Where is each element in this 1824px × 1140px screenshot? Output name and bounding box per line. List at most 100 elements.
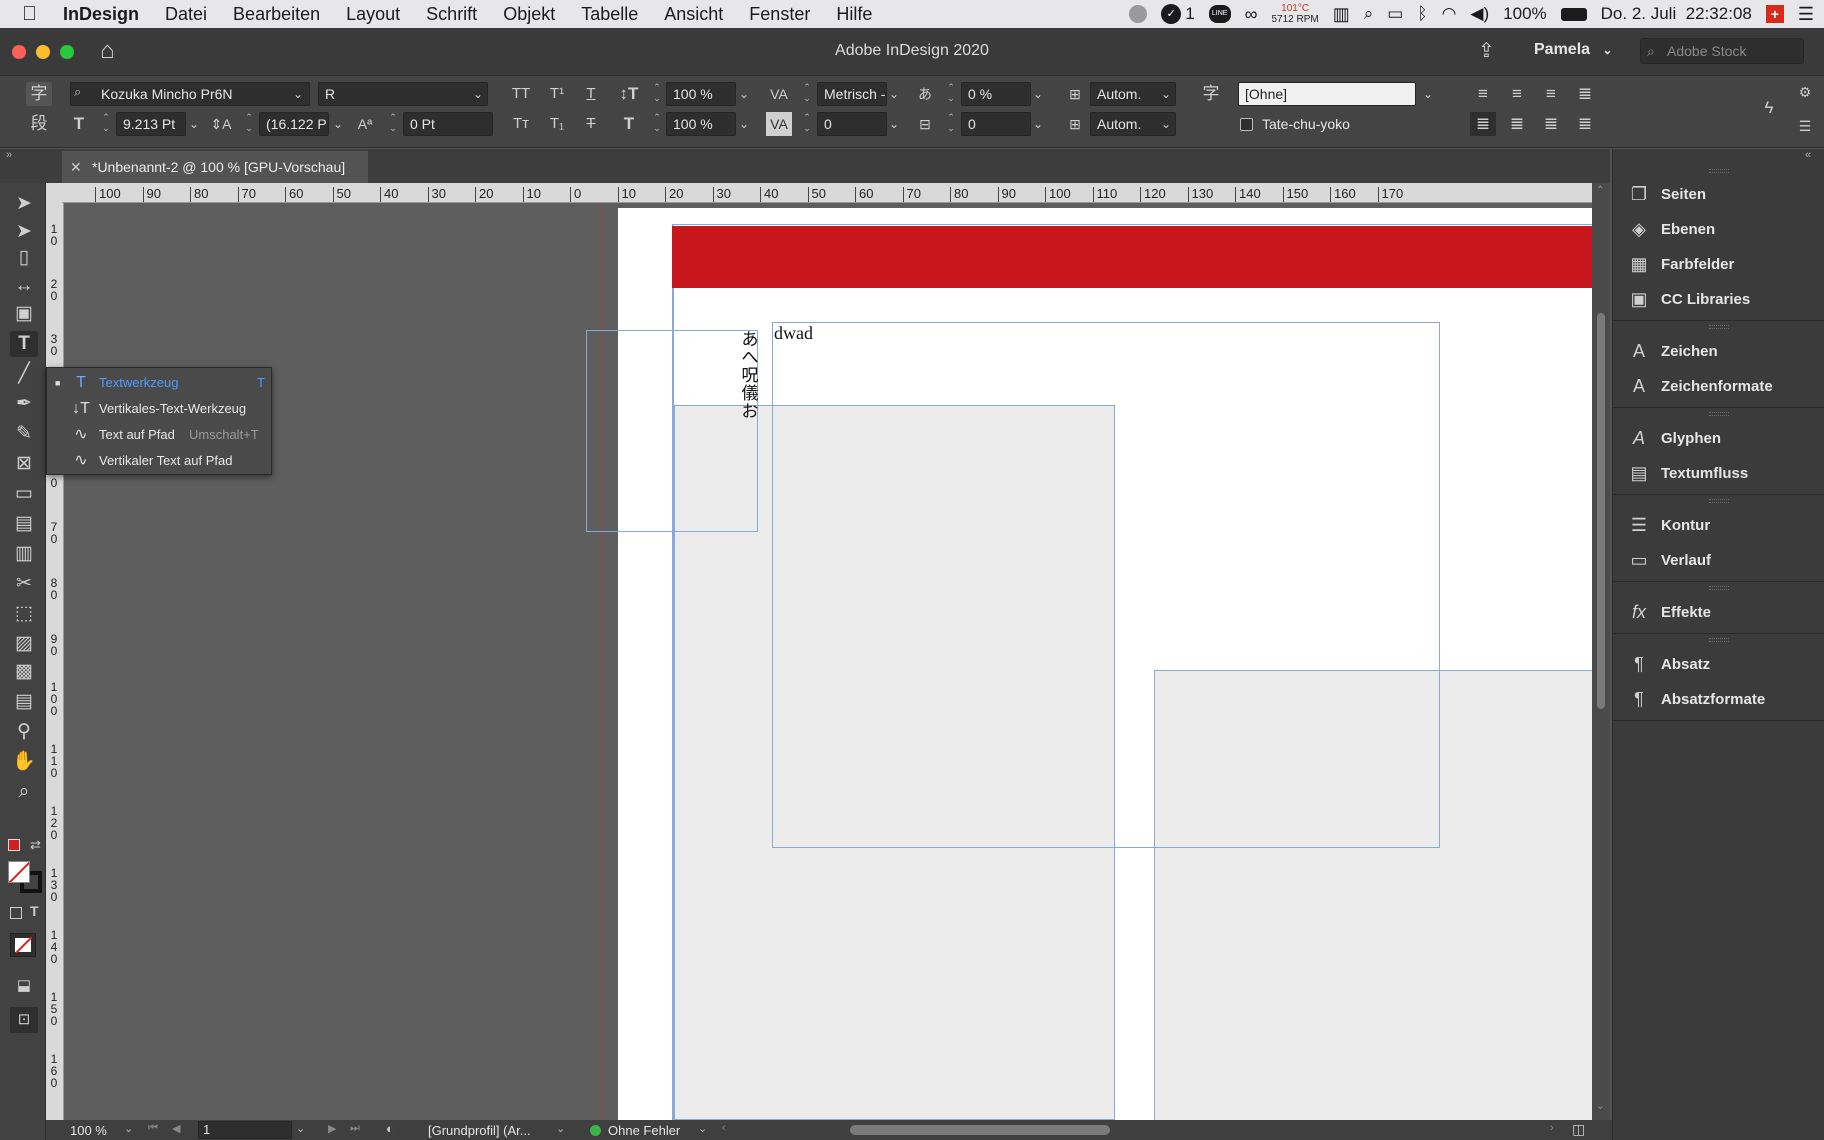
open-document-icon[interactable]: ◐	[386, 1121, 394, 1136]
character-controls-icon[interactable]: 字	[26, 82, 52, 106]
align-center-icon[interactable]: ≡	[1504, 82, 1530, 106]
chevron-down-icon[interactable]: ⌄	[884, 82, 904, 106]
chevron-down-icon[interactable]: ⌄	[1028, 82, 1048, 106]
chevron-down-icon[interactable]: ⌄	[1156, 82, 1176, 106]
chevron-down-icon[interactable]: ⌄	[296, 1122, 305, 1135]
collapse-tools-icon[interactable]: »	[6, 149, 12, 161]
flyout-item-vertical-type-on-path[interactable]: ∿ Vertikaler Text auf Pfad	[47, 448, 271, 474]
document-tab[interactable]: ✕ *Unbenannt-2 @ 100 % [GPU-Vorschau]	[62, 151, 368, 183]
panel-absatz[interactable]: ¶ Absatz	[1627, 649, 1710, 679]
horizontal-scale-stepper[interactable]: ⌃ ⌄	[650, 112, 664, 136]
content-collector-icon[interactable]: ▣	[10, 301, 38, 327]
previous-page-icon[interactable]: ◀	[172, 1122, 180, 1135]
chevron-down-icon[interactable]: ⌄	[884, 112, 904, 136]
airplay-icon[interactable]: ▭	[1387, 4, 1403, 24]
panel-textumfluss[interactable]: ▤ Textumfluss	[1627, 458, 1748, 488]
panel-glyphen[interactable]: A Glyphen	[1627, 423, 1721, 453]
vertical-scale-stepper[interactable]: ⌃ ⌄	[650, 82, 664, 106]
page-number-field[interactable]: 1	[198, 1121, 292, 1139]
chevron-down-icon[interactable]: ⌄	[468, 82, 488, 106]
justify-left-icon[interactable]: ≣	[1470, 112, 1496, 136]
default-colors-icon[interactable]	[8, 839, 20, 851]
menu-tabelle[interactable]: Tabelle	[568, 4, 651, 25]
page-tool-icon[interactable]: ▯	[10, 245, 38, 271]
selection-tool-icon[interactable]: ➤	[10, 191, 38, 217]
subscript-icon[interactable]: T₁	[544, 112, 570, 136]
panel-group-grip[interactable]	[1709, 586, 1729, 590]
chevron-down-icon[interactable]: ⌄	[1156, 112, 1176, 136]
vertical-ruler[interactable]: 1 02 03 06 07 08 09 01 0 01 1 01 2 01 3 …	[46, 203, 64, 1120]
ruler-origin[interactable]	[46, 183, 62, 203]
share-icon[interactable]: ⇪	[1478, 38, 1495, 63]
apple-icon[interactable]: 	[0, 3, 50, 26]
notification-icon[interactable]: ✓	[1161, 4, 1182, 24]
flyout-item-type-on-path[interactable]: ∿ Text auf Pfad Umschalt+T	[47, 422, 271, 448]
tsume-stepper[interactable]: ⌃ ⌄	[944, 82, 958, 106]
vertical-scroll-thumb[interactable]	[1597, 313, 1605, 709]
chevron-down-icon[interactable]: ⌄	[698, 1122, 707, 1135]
gradient-feather-tool-icon[interactable]: ▩	[10, 659, 38, 685]
window-layout-icon[interactable]: ▥	[1333, 4, 1350, 25]
panel-cc-libraries[interactable]: ▣ CC Libraries	[1627, 284, 1750, 314]
align-left-icon[interactable]: ≡	[1470, 82, 1496, 106]
gradient-swatch-tool-icon[interactable]: ▨	[10, 631, 38, 657]
red-header-bar[interactable]	[672, 226, 1592, 288]
menu-hilfe[interactable]: Hilfe	[823, 4, 885, 25]
kerning-field[interactable]: Metrisch -	[817, 82, 887, 106]
screen-mode-icon[interactable]: ⬓	[10, 973, 38, 999]
font-style-field[interactable]: R	[318, 82, 488, 106]
tracking-stepper[interactable]: ⌃ ⌄	[800, 112, 814, 136]
horizontal-ruler[interactable]: 100 90 80 70 60 50 40 30 20 10 0 10 20 30 40 50 60 70 80 90…	[62, 183, 1592, 203]
zoom-level[interactable]: 100 %	[70, 1123, 107, 1138]
formatting-text-icon[interactable]: T	[30, 903, 39, 919]
menu-layout[interactable]: Layout	[333, 4, 413, 25]
search-icon[interactable]: ⌕	[1364, 4, 1374, 24]
scroll-up-icon[interactable]: ⌃	[1596, 185, 1604, 196]
panel-absatzformate[interactable]: ¶ Absatzformate	[1627, 684, 1765, 714]
panel-group-grip[interactable]	[1709, 169, 1729, 173]
baseline-shift-field[interactable]: 0 Pt	[403, 112, 493, 136]
pen-tool-icon[interactable]: ✒	[10, 391, 38, 417]
aki-field[interactable]: 0	[961, 112, 1031, 136]
pencil-tool-icon[interactable]: ✎	[10, 421, 38, 447]
note-tool-icon[interactable]: ▤	[10, 689, 38, 715]
vertical-scrollbar[interactable]: ⌃ ⌄	[1592, 183, 1610, 1120]
font-size-field[interactable]: 9.213 Pt	[116, 112, 186, 136]
menu-app-indesign[interactable]: InDesign	[50, 4, 152, 25]
horizontal-grid-tool-icon[interactable]: ▤	[10, 511, 38, 537]
leading-stepper[interactable]: ⌃ ⌄	[242, 112, 256, 136]
preview-mode-icon[interactable]: ⊡	[10, 1007, 38, 1033]
battery-icon[interactable]	[1560, 7, 1587, 21]
split-view-icon[interactable]: ◫	[1572, 1121, 1585, 1138]
scroll-down-icon[interactable]: ⌄	[1596, 1101, 1604, 1112]
bluetooth-icon[interactable]: ᛒ	[1417, 4, 1427, 24]
font-size-stepper[interactable]: ⌃ ⌄	[99, 112, 113, 136]
line-icon[interactable]: LINE	[1208, 5, 1231, 23]
vertical-text-frame[interactable]	[586, 330, 758, 532]
fill-swatch[interactable]	[8, 861, 30, 883]
chevron-down-icon[interactable]: ⌄	[556, 1122, 565, 1135]
menu-schrift[interactable]: Schrift	[413, 4, 490, 25]
chevron-down-icon[interactable]: ⌄	[734, 112, 754, 136]
scroll-right-icon[interactable]: ›	[1550, 1122, 1554, 1134]
strikethrough-icon[interactable]: T	[578, 112, 604, 136]
panel-zeichenformate[interactable]: A Zeichenformate	[1627, 371, 1773, 401]
horizontal-scale-field[interactable]: 100 %	[666, 112, 736, 136]
character-style-field[interactable]: [Ohne]	[1238, 82, 1416, 106]
panel-zeichen[interactable]: A Zeichen	[1627, 336, 1718, 366]
tracking-field[interactable]: 0	[817, 112, 887, 136]
kerning-stepper[interactable]: ⌃ ⌄	[800, 82, 814, 106]
menu-fenster[interactable]: Fenster	[736, 4, 823, 25]
swap-colors-icon[interactable]: ⇄	[30, 837, 41, 853]
gap-tool-icon[interactable]: ↔	[10, 273, 38, 299]
menu-objekt[interactable]: Objekt	[490, 4, 568, 25]
chevron-down-icon[interactable]: ⌄	[1028, 112, 1048, 136]
flyout-item-type-tool[interactable]: ■ T Textwerkzeug T	[47, 370, 271, 396]
justify-all-icon[interactable]: ≣	[1572, 112, 1598, 136]
notification-center-icon[interactable]: ☰	[1798, 4, 1814, 25]
eyedropper-tool-icon[interactable]: ⚲	[10, 719, 38, 745]
panel-group-grip[interactable]	[1709, 638, 1729, 642]
menubar-datetime[interactable]: Do. 2. Juli 22:32:08	[1601, 4, 1752, 24]
gear-icon[interactable]: ⚙	[1792, 80, 1818, 104]
font-family-field[interactable]: Kozuka Mincho Pr6N	[70, 82, 310, 106]
